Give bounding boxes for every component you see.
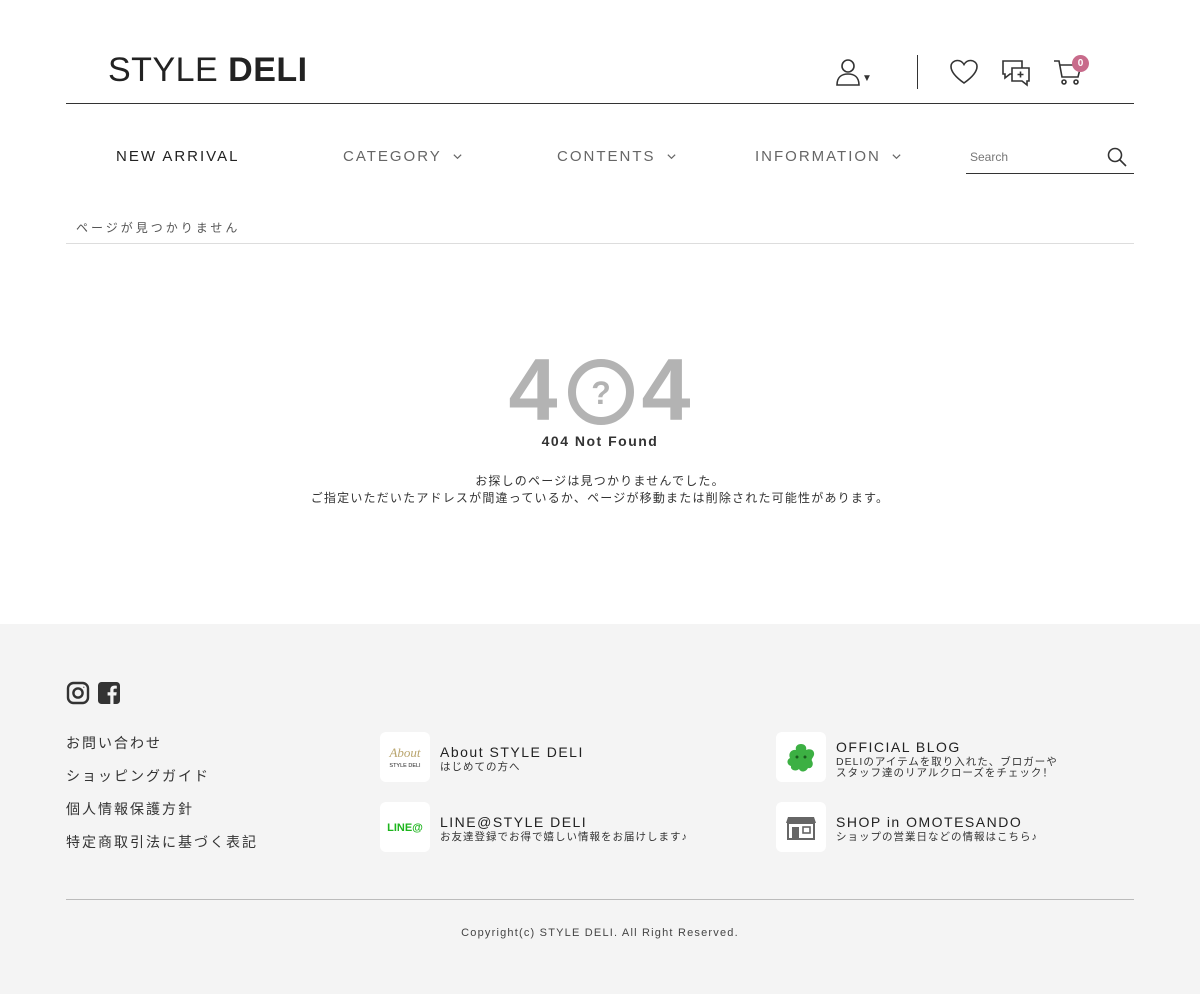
main-nav: NEW ARRIVAL CATEGORY CONTENTS INFORMATIO…	[66, 134, 1134, 178]
question-mark: ?	[591, 375, 611, 411]
card-subtitle: ショップの営業日などの情報はこちら♪	[836, 831, 1038, 843]
line-thumbnail: LINE@	[380, 802, 430, 852]
header-divider	[917, 55, 918, 89]
line-logo-text: LINE@	[387, 822, 423, 834]
footer-links: お問い合わせ ショッピングガイド 個人情報保護方針 特定商取引法に基づく表記	[66, 735, 258, 867]
footer-card-about[interactable]: About STYLE DELI About STYLE DELI はじめての方…	[380, 732, 720, 784]
facebook-icon[interactable]	[97, 681, 121, 705]
error-404-graphic: 4 ? 4	[509, 350, 691, 430]
footer-card-line[interactable]: LINE@ LINE@STYLE DELI お友達登録でお得で嬉しい情報をお届け…	[380, 802, 720, 854]
site-header: STYLE DELI ▼ 0	[66, 0, 1134, 104]
site-logo[interactable]: STYLE DELI	[108, 50, 308, 90]
footer-card-official-blog[interactable]: OFFICIAL BLOG DELIのアイテムを取り入れた、ブロガーや スタッフ…	[776, 732, 1116, 784]
nav-contents[interactable]: CONTENTS	[557, 148, 677, 165]
nav-information[interactable]: INFORMATION	[755, 148, 902, 165]
card-subtitle: はじめての方へ	[440, 761, 521, 773]
logo-text-bold: DELI	[228, 51, 308, 89]
blog-thumbnail	[776, 732, 826, 782]
card-title: SHOP in OMOTESANDO	[836, 814, 1023, 830]
error-digit-four: 4	[509, 350, 558, 430]
card-title: LINE@STYLE DELI	[440, 814, 588, 830]
card-subtitle: お友達登録でお得で嬉しい情報をお届けします♪	[440, 831, 688, 843]
logo-text-thin: STYLE	[108, 51, 229, 89]
error-message-line1: お探しのページは見つかりませんでした。	[475, 474, 725, 488]
card-subtitle-line2: スタッフ達のリアルクローズをチェック！	[836, 767, 1054, 779]
about-thumb-script: About	[388, 745, 420, 760]
nav-label: NEW ARRIVAL	[116, 148, 240, 165]
about-thumb-logo-text: STYLE DELI	[389, 763, 421, 769]
instagram-icon[interactable]	[66, 681, 90, 705]
chevron-down-icon	[453, 154, 462, 160]
footer-link-legal-notice[interactable]: 特定商取引法に基づく表記	[66, 834, 258, 867]
card-title: OFFICIAL BLOG	[836, 739, 961, 755]
user-icon[interactable]	[832, 56, 864, 88]
breadcrumb-current: ページが見つかりません	[76, 221, 241, 235]
blog-character-icon	[787, 744, 815, 772]
search-input[interactable]	[970, 148, 1100, 166]
footer-link-shopping-guide[interactable]: ショッピングガイド	[66, 768, 258, 801]
error-message-line2: ご指定いただいたアドレスが間違っているか、ページが移動または削除された可能性があ…	[310, 491, 890, 505]
nav-label: INFORMATION	[755, 148, 881, 165]
breadcrumb: ページが見つかりません	[66, 212, 1134, 244]
about-thumbnail: About STYLE DELI	[380, 732, 430, 782]
nav-label: CATEGORY	[343, 148, 442, 165]
card-title: About STYLE DELI	[440, 744, 584, 760]
copyright: Copyright(c) STYLE DELI. All Right Reser…	[461, 927, 739, 939]
footer-link-contact[interactable]: お問い合わせ	[66, 735, 258, 768]
chevron-down-icon	[666, 154, 676, 160]
search-box	[966, 140, 1134, 174]
cart-count-badge: 0	[1072, 55, 1089, 72]
chat-icon[interactable]	[1000, 56, 1032, 88]
site-footer: お問い合わせ ショッピングガイド 個人情報保護方針 特定商取引法に基づく表記 A…	[0, 624, 1200, 994]
store-icon	[786, 817, 816, 840]
footer-divider	[66, 899, 1134, 900]
search-icon[interactable]	[1106, 146, 1128, 168]
heart-icon[interactable]	[948, 56, 980, 88]
footer-card-shop[interactable]: SHOP in OMOTESANDO ショップの営業日などの情報はこちら♪	[776, 802, 1116, 854]
error-digit-four: 4	[642, 350, 691, 430]
footer-link-privacy-policy[interactable]: 個人情報保護方針	[66, 801, 258, 834]
user-dropdown-caret-icon[interactable]: ▼	[862, 73, 872, 84]
error-title: 404 Not Found	[541, 433, 659, 449]
chevron-down-icon	[892, 154, 901, 160]
nav-category[interactable]: CATEGORY	[343, 148, 463, 165]
nav-label: CONTENTS	[557, 148, 656, 165]
shop-thumbnail	[776, 802, 826, 852]
nav-new-arrival[interactable]: NEW ARRIVAL	[116, 148, 239, 165]
